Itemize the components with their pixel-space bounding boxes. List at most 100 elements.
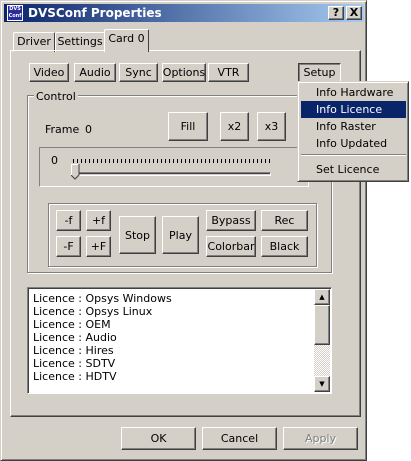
step-forward-frame-button[interactable]: +F: [86, 236, 111, 257]
rec-button[interactable]: Rec: [261, 210, 308, 231]
slider-tick: [93, 159, 94, 163]
step-back-field-button[interactable]: -f: [56, 210, 81, 231]
step-back-frame-button[interactable]: -F: [56, 236, 81, 257]
list-item[interactable]: Licence : SDTV: [33, 357, 115, 370]
list-scrollbar[interactable]: ▲ ▼: [314, 289, 330, 392]
title-bar[interactable]: DVS Conf DVSConf Properties ? X: [4, 4, 364, 22]
slider-tick: [237, 159, 238, 163]
tab-card-0[interactable]: Card 0: [104, 29, 149, 52]
slider-tick: [213, 159, 214, 163]
slider-tick: [81, 159, 82, 163]
slider-tick: [229, 159, 230, 163]
slider-track: [73, 172, 271, 176]
list-item[interactable]: Licence : OEM: [33, 318, 111, 331]
list-item[interactable]: Licence : HDTV: [33, 370, 116, 383]
scroll-down-arrow-icon[interactable]: ▼: [314, 376, 330, 392]
slider-tick: [185, 159, 186, 163]
slider-tick: [97, 159, 98, 163]
list-item[interactable]: Licence : Audio: [33, 331, 117, 344]
slider-tick: [121, 159, 122, 163]
slider-tick: [153, 159, 154, 163]
audio-button[interactable]: Audio: [74, 63, 116, 82]
slider-tick: [105, 159, 106, 163]
cancel-button[interactable]: Cancel: [202, 427, 277, 450]
slider-tick: [197, 159, 198, 163]
x2-button[interactable]: x2: [220, 112, 249, 141]
ok-button[interactable]: OK: [121, 427, 196, 450]
video-button[interactable]: Video: [29, 63, 69, 82]
slider-tick: [73, 159, 74, 163]
slider-tick: [253, 159, 254, 163]
list-item[interactable]: Licence : Opsys Linux: [33, 305, 152, 318]
slider-tick: [169, 159, 170, 163]
scroll-up-arrow-icon[interactable]: ▲: [314, 289, 330, 305]
window-title: DVSConf Properties: [28, 6, 162, 20]
slider-tick: [201, 159, 202, 163]
slider-tick: [125, 159, 126, 163]
dvsconf-app-icon: DVS Conf: [7, 5, 23, 21]
menu-item-info-updated[interactable]: Info Updated: [301, 135, 406, 152]
slider-tick: [261, 159, 262, 163]
menu-item-set-licence[interactable]: Set Licence: [301, 161, 406, 178]
slider-tick: [113, 159, 114, 163]
slider-tick: [221, 159, 222, 163]
colorbar-button[interactable]: Colorbar: [206, 236, 256, 257]
slider-thumb[interactable]: [70, 163, 80, 180]
tab-driver[interactable]: Driver: [13, 32, 55, 52]
scroll-thumb[interactable]: [314, 305, 330, 345]
x3-button[interactable]: x3: [257, 112, 286, 141]
slider-value: 0: [51, 154, 58, 167]
menu-item-info-licence[interactable]: Info Licence: [301, 101, 406, 118]
slider-tick: [265, 159, 266, 163]
control-group-label: Control: [34, 90, 78, 103]
slider-tick: [85, 159, 86, 163]
slider-tick: [77, 159, 78, 163]
black-button[interactable]: Black: [261, 236, 308, 257]
vtr-button[interactable]: VTR: [208, 63, 249, 82]
list-item[interactable]: Licence : Opsys Windows: [33, 292, 172, 305]
slider-tick: [137, 159, 138, 163]
licence-listbox[interactable]: Licence : Opsys Windows Licence : Opsys …: [27, 287, 332, 394]
slider-tick: [241, 159, 242, 163]
menu-separator: [301, 154, 406, 156]
stop-button[interactable]: Stop: [119, 216, 156, 254]
sync-button[interactable]: Sync: [119, 63, 158, 82]
close-button[interactable]: X: [346, 6, 362, 20]
slider-tick: [117, 159, 118, 163]
slider-tick: [177, 159, 178, 163]
menu-item-info-raster[interactable]: Info Raster: [301, 118, 406, 135]
options-button[interactable]: Options: [162, 63, 206, 82]
slider-tick: [193, 159, 194, 163]
menu-item-info-hardware[interactable]: Info Hardware: [301, 84, 406, 101]
play-button[interactable]: Play: [162, 216, 199, 254]
frame-label: Frame: [45, 123, 80, 136]
properties-window: DVS Conf DVSConf Properties ? X Driver Se…: [0, 0, 367, 461]
slider-tick: [149, 159, 150, 163]
slider-tick: [161, 159, 162, 163]
slider-tick: [245, 159, 246, 163]
setup-dropdown-menu: Info Hardware Info Licence Info Raster I…: [297, 81, 409, 182]
slider-tick: [129, 159, 130, 163]
slider-tick: [217, 159, 218, 163]
slider-tick: [101, 159, 102, 163]
tab-settings[interactable]: Settings: [55, 32, 105, 52]
slider-ticks: [73, 159, 273, 163]
slider-tick: [109, 159, 110, 163]
slider-tick: [269, 159, 270, 163]
slider-tick: [173, 159, 174, 163]
slider-tick: [257, 159, 258, 163]
apply-button[interactable]: Apply: [283, 427, 358, 450]
list-item[interactable]: Licence : Hires: [33, 344, 114, 357]
slider-tick: [209, 159, 210, 163]
help-button[interactable]: ?: [328, 6, 344, 20]
slider-tick: [133, 159, 134, 163]
step-forward-field-button[interactable]: +f: [86, 210, 111, 231]
slider-tick: [233, 159, 234, 163]
slider-tick: [205, 159, 206, 163]
frame-value: 0: [85, 123, 92, 136]
slider-tick: [89, 159, 90, 163]
fill-button[interactable]: Fill: [168, 112, 208, 141]
bypass-button[interactable]: Bypass: [206, 210, 256, 231]
slider-tick: [165, 159, 166, 163]
setup-button[interactable]: Setup: [298, 63, 341, 82]
